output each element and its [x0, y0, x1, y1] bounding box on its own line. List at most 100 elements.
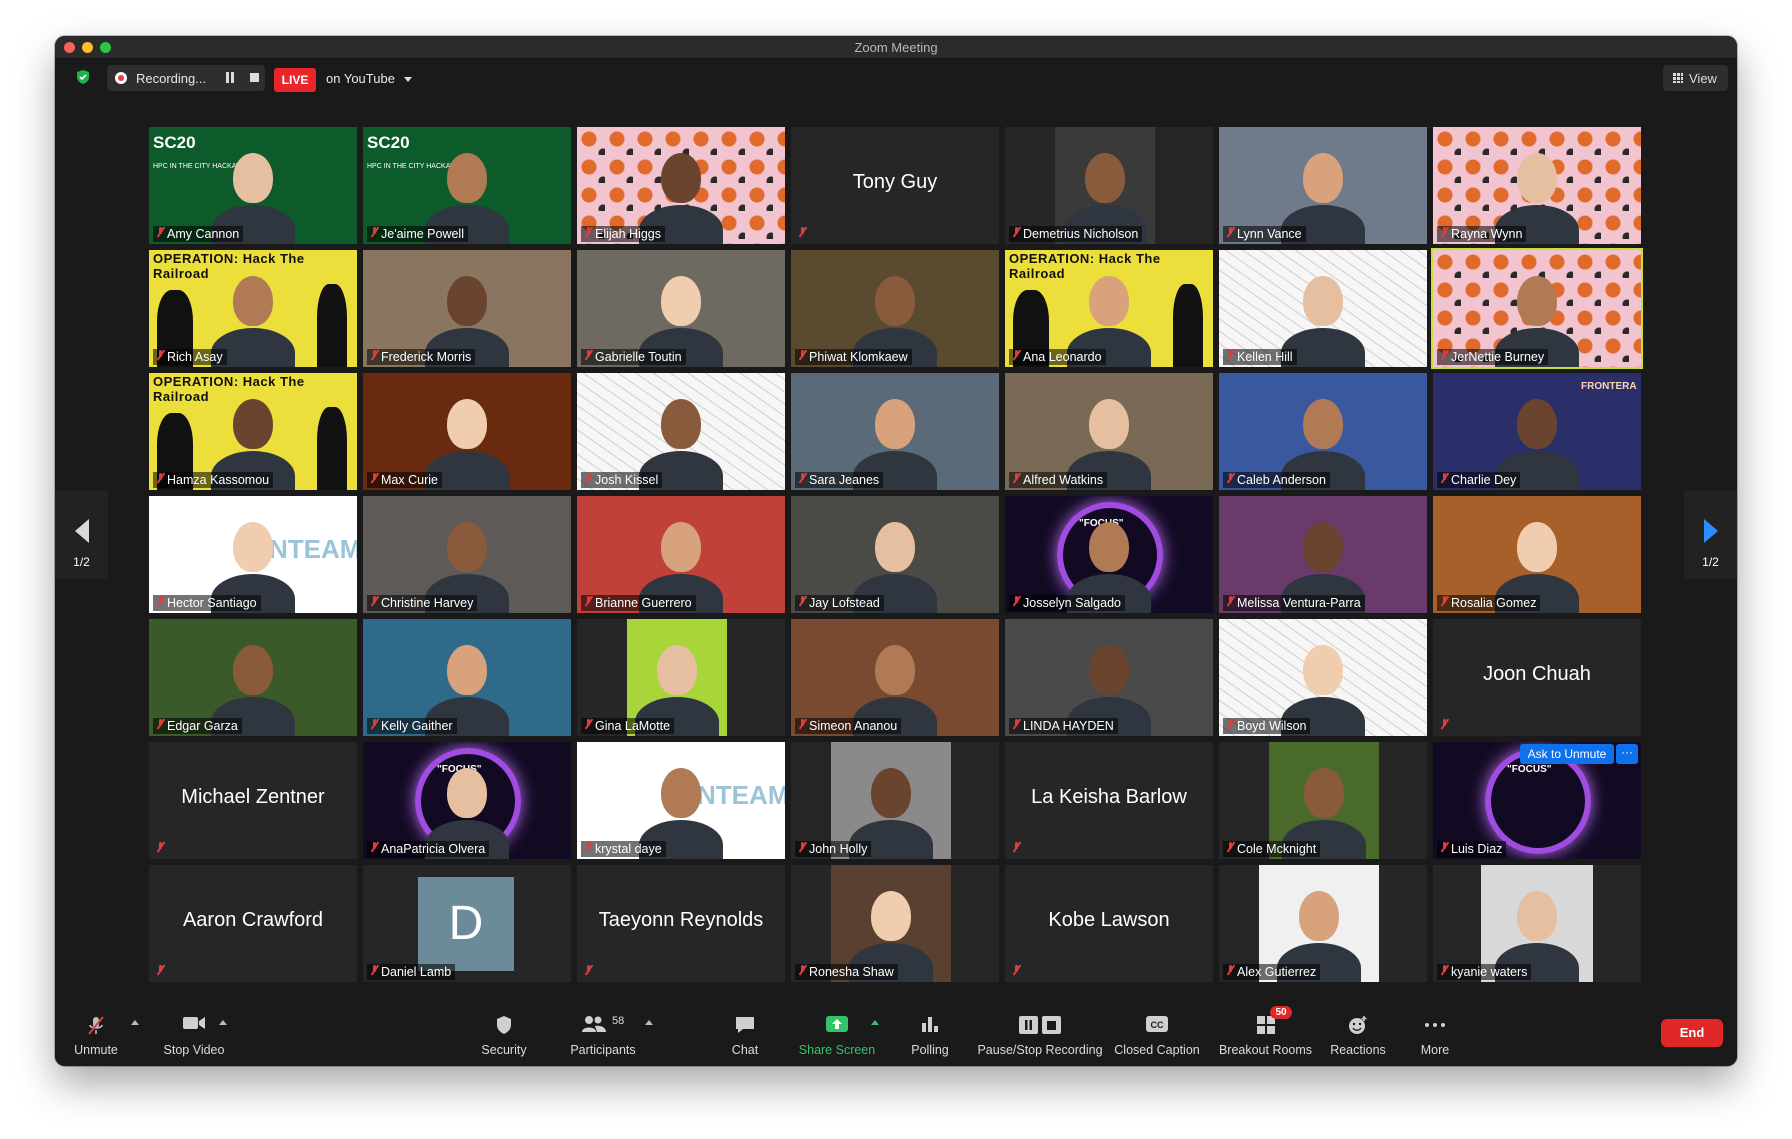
participant-video-tile[interactable]: Phiwat Klomkaew [791, 250, 999, 367]
breakout-rooms-button[interactable]: 50 Breakout Rooms [1218, 1002, 1313, 1066]
person-face [661, 276, 701, 326]
view-button[interactable]: View [1663, 65, 1728, 91]
muted-mic-icon [584, 841, 593, 853]
participant-name-label: Josselyn Salgado [1009, 595, 1125, 611]
participant-video-tile[interactable]: LINDA HAYDEN [1005, 619, 1213, 736]
polling-button[interactable]: Polling [900, 1002, 960, 1066]
end-meeting-button[interactable]: End [1661, 1019, 1723, 1047]
muted-mic-icon [1012, 718, 1021, 730]
pause-stop-recording-button[interactable]: Pause/Stop Recording [975, 1002, 1105, 1066]
previous-page-button[interactable]: 1/2 [55, 491, 108, 579]
participant-more-button[interactable]: ··· [1616, 744, 1638, 764]
participant-video-tile[interactable]: Josh Kissel [577, 373, 785, 490]
title-bar: Zoom Meeting [55, 36, 1737, 59]
share-screen-button[interactable]: Share Screen [792, 1002, 882, 1066]
page-indicator: 1/2 [73, 555, 90, 569]
participant-video-tile[interactable]: Taeyonn Reynolds [577, 865, 785, 982]
participant-video-tile[interactable]: OPERATION: Hack The Railroad Rich Asay [149, 250, 357, 367]
person-face [447, 522, 487, 572]
participant-video-tile[interactable]: OPERATION: Hack The Railroad Hamza Kassom… [149, 373, 357, 490]
participant-video-tile[interactable]: John Holly [791, 742, 999, 859]
person-face [447, 399, 487, 449]
unmute-button[interactable]: Unmute [61, 1002, 131, 1066]
muted-mic-icon [798, 349, 807, 361]
participant-display-name: Tony Guy [852, 171, 938, 193]
stop-recording-icon[interactable] [250, 73, 259, 82]
participant-video-tile[interactable]: Elijah Higgs [577, 127, 785, 244]
muted-mic-icon [584, 349, 593, 361]
security-button[interactable]: Security [469, 1002, 539, 1066]
muted-mic-icon [156, 841, 165, 853]
share-options-chevron-icon[interactable] [871, 1020, 879, 1025]
frontera-logo: FRONTERA [1581, 381, 1637, 392]
participant-video-tile[interactable]: SC20 HPC IN THE CITY HACKATHON Amy Cannon [149, 127, 357, 244]
person-face [233, 522, 273, 572]
participant-video-tile[interactable]: Boyd Wilson [1219, 619, 1427, 736]
participant-video-tile[interactable]: Melissa Ventura-Parra [1219, 496, 1427, 613]
participant-video-tile[interactable]: SC20 HPC IN THE CITY HACKATHON Je'aime Pow… [363, 127, 571, 244]
audio-options-chevron-icon[interactable] [131, 1020, 139, 1025]
participant-video-tile[interactable]: NTEAM krystal daye [577, 742, 785, 859]
ask-to-unmute-button[interactable]: Ask to Unmute [1520, 744, 1614, 764]
participant-video-tile[interactable]: Gina LaMotte [577, 619, 785, 736]
encryption-shield-icon[interactable] [75, 69, 91, 85]
chat-button[interactable]: Chat [720, 1002, 770, 1066]
next-page-button[interactable]: 1/2 [1684, 491, 1737, 579]
participant-video-tile[interactable]: Kobe Lawson [1005, 865, 1213, 982]
person-face [657, 645, 697, 695]
participant-video-tile[interactable]: La Keisha Barlow [1005, 742, 1213, 859]
participant-name-label: Gabrielle Toutin [581, 349, 686, 365]
participant-video-tile[interactable]: Alex Gutierrez [1219, 865, 1427, 982]
person-face [1517, 276, 1557, 326]
participant-video-tile[interactable]: Demetrius Nicholson [1005, 127, 1213, 244]
closed-caption-button[interactable]: CC Closed Caption [1112, 1002, 1202, 1066]
participant-video-tile[interactable]: FRONTERA Charlie Dey [1433, 373, 1641, 490]
participant-video-tile[interactable]: Christine Harvey [363, 496, 571, 613]
participant-video-tile[interactable]: Aaron Crawford [149, 865, 357, 982]
participant-video-tile[interactable]: D Daniel Lamb [363, 865, 571, 982]
participant-video-tile[interactable]: Joon Chuah [1433, 619, 1641, 736]
video-options-chevron-icon[interactable] [219, 1020, 227, 1025]
muted-mic-icon [156, 595, 165, 607]
participant-video-tile[interactable]: Rosalia Gomez [1433, 496, 1641, 613]
participant-video-tile[interactable]: Ronesha Shaw [791, 865, 999, 982]
participant-video-tile[interactable]: Rayna Wynn [1433, 127, 1641, 244]
participant-video-tile[interactable]: Jay Lofstead [791, 496, 999, 613]
participant-video-tile[interactable]: NTEAM Hector Santiago [149, 496, 357, 613]
participant-video-tile[interactable]: "FOCUS"Josselyn Salgado [1005, 496, 1213, 613]
participant-video-tile[interactable]: Lynn Vance [1219, 127, 1427, 244]
live-dropdown-chevron-icon[interactable] [404, 77, 412, 82]
participant-video-tile[interactable]: Frederick Morris [363, 250, 571, 367]
reactions-button[interactable]: Reactions [1323, 1002, 1393, 1066]
participant-video-tile[interactable]: Alfred Watkins [1005, 373, 1213, 490]
participant-video-tile[interactable]: JerNettie Burney [1431, 248, 1643, 369]
participant-video-tile[interactable]: Caleb Anderson [1219, 373, 1427, 490]
participant-video-tile[interactable]: Kelly Gaither [363, 619, 571, 736]
person-face [233, 153, 273, 203]
participant-video-tile[interactable]: Edgar Garza [149, 619, 357, 736]
participant-video-tile[interactable]: Brianne Guerrero [577, 496, 785, 613]
participant-video-tile[interactable]: Michael Zentner [149, 742, 357, 859]
participant-video-tile[interactable]: Cole Mcknight [1219, 742, 1427, 859]
participant-video-tile[interactable]: Gabrielle Toutin [577, 250, 785, 367]
participant-video-tile[interactable]: Simeon Ananou [791, 619, 999, 736]
participant-video-tile[interactable]: Sara Jeanes [791, 373, 999, 490]
person-face [875, 645, 915, 695]
participant-video-tile[interactable]: OPERATION: Hack The Railroad Ana Leonardo [1005, 250, 1213, 367]
breakout-rooms-badge: 50 [1270, 1006, 1292, 1019]
more-button[interactable]: More [1410, 1002, 1460, 1066]
muted-mic-icon [1440, 841, 1449, 853]
participant-video-tile[interactable]: Tony Guy [791, 127, 999, 244]
bar-chart-icon [922, 1017, 938, 1032]
participants-button[interactable]: 58 Participants [558, 1002, 648, 1066]
participant-video-tile[interactable]: Max Curie [363, 373, 571, 490]
participant-video-tile[interactable]: Kellen Hill [1219, 250, 1427, 367]
participant-video-tile[interactable]: kyanie waters [1433, 865, 1641, 982]
participants-chevron-icon[interactable] [645, 1020, 653, 1025]
participant-video-tile[interactable]: "FOCUS"AnaPatricia Olvera [363, 742, 571, 859]
pause-recording-icon[interactable] [225, 72, 235, 83]
stop-video-button[interactable]: Stop Video [152, 1002, 236, 1066]
muted-mic-icon [1012, 841, 1021, 853]
muted-mic-icon [1226, 595, 1235, 607]
live-destination[interactable]: on YouTube [326, 71, 395, 86]
